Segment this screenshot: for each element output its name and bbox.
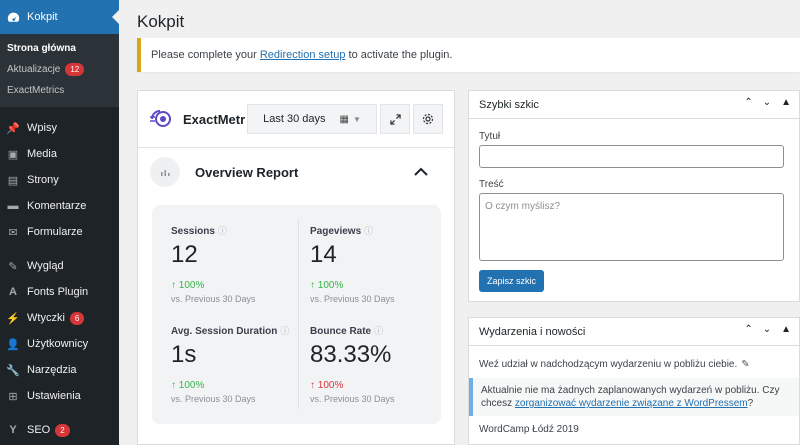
sidebar-item-media[interactable]: ▣ Media (0, 141, 119, 167)
settings-button[interactable] (413, 104, 443, 134)
chevron-up-icon[interactable] (414, 163, 428, 179)
stat-bounce-rate: Bounce Rate ⓘ 83.33% ↑ 100% vs. Previous … (310, 324, 435, 404)
content-placeholder: O czym myślisz? (485, 201, 560, 212)
pin-icon: 📌 (6, 122, 20, 135)
toggle-arrow-icon[interactable]: ▲ (781, 97, 791, 108)
settings-icon: ⊞ (8, 390, 18, 403)
submenu-item-exactmetrics[interactable]: ExactMetrics (0, 80, 119, 101)
sidebar-item-fonts-plugin[interactable]: A Fonts Plugin (0, 279, 119, 305)
dashboard-icon (6, 10, 20, 24)
sidebar-item-pages[interactable]: ▤ Strony (0, 167, 119, 193)
caret-down-icon: ▼ (352, 114, 361, 124)
events-title: Wydarzenia i nowości (479, 325, 586, 338)
page-icon: ▤ (7, 174, 19, 187)
seo-count-badge: 2 (55, 423, 70, 437)
title-field[interactable] (479, 145, 784, 168)
sidebar-item-label: Kokpit (27, 11, 58, 23)
title-field-label: Tytuł (479, 131, 501, 142)
help-icon[interactable]: ⓘ (280, 326, 289, 336)
yoast-icon: Y (9, 424, 17, 436)
submenu-item-updates[interactable]: Aktualizacje 12 (0, 59, 119, 80)
events-header: Wydarzenia i nowości ⌃ ⌄ ▲ (469, 318, 799, 346)
stat-sessions: Sessions ⓘ 12 ↑ 100% vs. Previous 30 Days (171, 224, 296, 304)
plugin-icon: ⚡ (6, 312, 20, 325)
updates-count-badge: 12 (65, 63, 85, 76)
gear-icon (422, 113, 434, 125)
quick-draft-title: Szybki szkic (479, 98, 539, 111)
brush-icon: ✎ (8, 260, 18, 273)
users-icon: 👤 (6, 338, 20, 351)
redirection-notice: Please complete your Redirection setup t… (137, 38, 800, 72)
stat-avg-session-duration: Avg. Session Duration ⓘ 1s ↑ 100% vs. Pre… (171, 324, 306, 404)
calendar-icon: ▦ (339, 113, 349, 125)
sidebar-item-posts[interactable]: 📌 Wpisy (0, 115, 119, 141)
stat-value: 83.33% (310, 341, 392, 368)
overview-report-header[interactable]: Overview Report (138, 148, 454, 196)
save-draft-button[interactable]: Zapisz szkic (479, 270, 545, 292)
stat-compare: vs. Previous 30 Days (310, 394, 395, 404)
exactmetrics-logo-icon (150, 110, 171, 127)
toggle-arrow-icon[interactable]: ▲ (781, 324, 791, 335)
mail-icon: ✉ (8, 226, 18, 239)
date-range-select[interactable]: Last 30 days ▦ ▼ (247, 104, 377, 134)
chevron-down-icon[interactable]: ⌄ (763, 324, 771, 335)
stat-change: ↑ 100% (310, 280, 344, 291)
stat-value: 14 (310, 241, 337, 268)
chevron-up-icon[interactable]: ⌃ (744, 97, 752, 108)
location-pin-icon[interactable]: ✎ (741, 359, 749, 370)
stat-change: ↑ 100% (171, 380, 205, 391)
font-icon: A (9, 286, 17, 298)
expand-button[interactable] (380, 104, 410, 134)
plugins-count-badge: 6 (69, 311, 85, 325)
stat-pageviews: Pageviews ⓘ 14 ↑ 100% vs. Previous 30 Day… (310, 224, 435, 304)
help-icon[interactable]: ⓘ (374, 326, 383, 336)
events-intro: Weź udział w nadchodzącym wydarzeniu w p… (479, 359, 750, 370)
sidebar-item-seo[interactable]: Y SEO 2 (0, 417, 119, 443)
sidebar-item-dashboard[interactable]: Kokpit (0, 0, 119, 34)
content-field-label: Treść (479, 179, 504, 190)
sidebar-item-appearance[interactable]: ✎ Wygląd (0, 253, 119, 279)
sidebar-item-tools[interactable]: 🔧 Narzędzia (0, 357, 119, 383)
events-news-box: Wydarzenia i nowości ⌃ ⌄ ▲ Weź udział w … (468, 317, 800, 445)
submenu-item-home[interactable]: Strona główna (0, 38, 119, 59)
exactmetrics-brand: ExactMetrics (183, 111, 245, 127)
sidebar-item-settings[interactable]: ⊞ Ustawienia (0, 383, 119, 409)
stat-value: 12 (171, 241, 198, 268)
overview-stats-panel: Sessions ⓘ 12 ↑ 100% vs. Previous 30 Days… (152, 205, 441, 424)
redirection-setup-link[interactable]: Redirection setup (260, 49, 346, 61)
page-title: Kokpit (137, 12, 185, 31)
quick-draft-header: Szybki szkic ⌃ ⌄ ▲ (469, 91, 799, 119)
exactmetrics-widget: ExactMetrics Last 30 days ▦ ▼ Overview R… (137, 90, 455, 445)
admin-sidebar: Kokpit Strona główna Aktualizacje 12 Exac… (0, 0, 119, 445)
chevron-up-icon[interactable]: ⌃ (744, 324, 752, 335)
quick-draft-box: Szybki szkic ⌃ ⌄ ▲ Tytuł Treść O czym my… (468, 90, 800, 302)
expand-icon (389, 113, 401, 125)
help-icon[interactable]: ⓘ (218, 226, 227, 236)
stat-compare: vs. Previous 30 Days (171, 394, 256, 404)
sidebar-item-users[interactable]: 👤 Użytkownicy (0, 331, 119, 357)
comment-icon: ▬ (7, 200, 19, 212)
stat-change: ↑ 100% (310, 380, 344, 391)
wrench-icon: 🔧 (6, 364, 20, 377)
stat-value: 1s (171, 341, 197, 368)
event-item[interactable]: WordCamp Łódź 2019 (479, 424, 579, 435)
stat-compare: vs. Previous 30 Days (310, 294, 395, 304)
stat-change: ↑ 100% (171, 280, 205, 291)
media-icon: ▣ (7, 148, 19, 161)
dashboard-submenu: Strona główna Aktualizacje 12 ExactMetric… (0, 34, 119, 107)
events-notice: Aktualnie nie ma żadnych zaplanowanych w… (469, 378, 799, 416)
help-icon[interactable]: ⓘ (364, 226, 373, 236)
sidebar-item-comments[interactable]: ▬ Komentarze (0, 193, 119, 219)
sidebar-item-forms[interactable]: ✉ Formularze (0, 219, 119, 245)
sidebar-item-plugins[interactable]: ⚡ Wtyczki 6 (0, 305, 119, 331)
exactmetrics-header: ExactMetrics Last 30 days ▦ ▼ (138, 91, 454, 148)
chevron-down-icon[interactable]: ⌄ (763, 97, 771, 108)
chart-icon (150, 157, 180, 187)
organize-event-link[interactable]: zorganizować wydarzenie związane z WordP… (515, 398, 748, 409)
stat-compare: vs. Previous 30 Days (171, 294, 256, 304)
date-range-label: Last 30 days (263, 113, 326, 125)
overview-report-title: Overview Report (195, 164, 299, 180)
content-textarea[interactable]: O czym myślisz? (479, 193, 784, 261)
